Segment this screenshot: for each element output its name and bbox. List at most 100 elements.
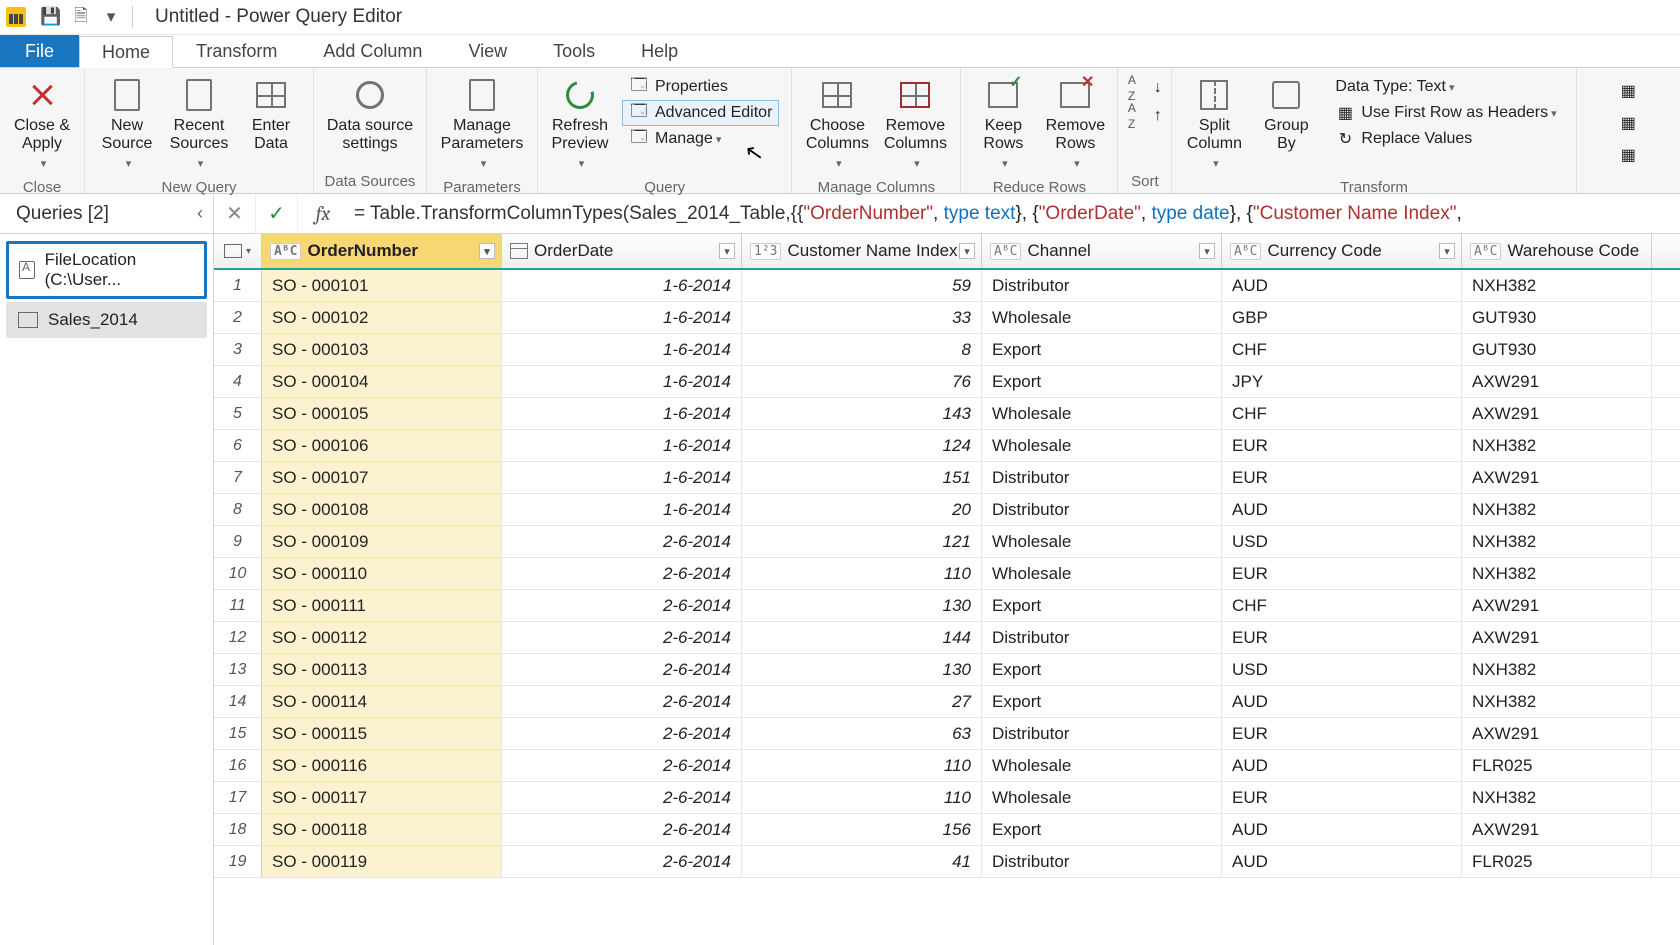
remove-columns-button[interactable]: Remove Columns [876,72,954,177]
cell-channel[interactable]: Wholesale [982,782,1222,813]
cell-customer-name-index[interactable]: 63 [742,718,982,749]
table-row[interactable]: 19SO - 0001192-6-201441DistributorAUDFLR… [214,846,1680,878]
cell-ordernumber[interactable]: SO - 000118 [262,814,502,845]
cell-channel[interactable]: Distributor [982,718,1222,749]
cell-warehouse-code[interactable]: GUT930 [1462,302,1652,333]
cell-customer-name-index[interactable]: 144 [742,622,982,653]
cell-channel[interactable]: Distributor [982,270,1222,301]
cell-warehouse-code[interactable]: AXW291 [1462,718,1652,749]
cell-customer-name-index[interactable]: 110 [742,750,982,781]
cell-currency-code[interactable]: EUR [1222,558,1462,589]
group-by-button[interactable]: Group By [1250,72,1322,159]
table-row[interactable]: 12SO - 0001122-6-2014144DistributorEURAX… [214,622,1680,654]
recent-sources-button[interactable]: Recent Sources [163,72,235,177]
cell-customer-name-index[interactable]: 8 [742,334,982,365]
sort-desc-button[interactable]: ↑ [1125,104,1165,128]
table-row[interactable]: 15SO - 0001152-6-201463DistributorEURAXW… [214,718,1680,750]
cell-warehouse-code[interactable]: AXW291 [1462,814,1652,845]
table-row[interactable]: 2SO - 0001021-6-201433WholesaleGBPGUT930 [214,302,1680,334]
table-row[interactable]: 4SO - 0001041-6-201476ExportJPYAXW291 [214,366,1680,398]
cell-currency-code[interactable]: EUR [1222,782,1462,813]
cell-ordernumber[interactable]: SO - 000113 [262,654,502,685]
table-row[interactable]: 6SO - 0001061-6-2014124WholesaleEURNXH38… [214,430,1680,462]
cell-customer-name-index[interactable]: 130 [742,590,982,621]
cell-currency-code[interactable]: AUD [1222,846,1462,877]
tab-transform[interactable]: Transform [173,35,300,67]
cell-orderdate[interactable]: 2-6-2014 [502,686,742,717]
cell-ordernumber[interactable]: SO - 000116 [262,750,502,781]
cell-warehouse-code[interactable]: AXW291 [1462,622,1652,653]
cell-warehouse-code[interactable]: FLR025 [1462,750,1652,781]
advanced-editor-button[interactable]: 🗔 Advanced Editor [622,100,779,126]
cell-customer-name-index[interactable]: 76 [742,366,982,397]
cell-customer-name-index[interactable]: 151 [742,462,982,493]
cell-ordernumber[interactable]: SO - 000104 [262,366,502,397]
cell-channel[interactable]: Wholesale [982,750,1222,781]
cell-customer-name-index[interactable]: 110 [742,558,982,589]
cell-channel[interactable]: Distributor [982,622,1222,653]
cell-warehouse-code[interactable]: AXW291 [1462,590,1652,621]
cell-warehouse-code[interactable]: AXW291 [1462,398,1652,429]
enter-data-button[interactable]: Enter Data [235,72,307,159]
cell-customer-name-index[interactable]: 110 [742,782,982,813]
ribbon-overflow-1[interactable]: ▦ [1618,78,1639,104]
cell-orderdate[interactable]: 2-6-2014 [502,718,742,749]
cell-orderdate[interactable]: 2-6-2014 [502,814,742,845]
cell-orderdate[interactable]: 1-6-2014 [502,494,742,525]
cell-warehouse-code[interactable]: FLR025 [1462,846,1652,877]
cell-currency-code[interactable]: GBP [1222,302,1462,333]
cell-warehouse-code[interactable]: NXH382 [1462,782,1652,813]
split-column-button[interactable]: Split Column [1178,72,1250,177]
cell-currency-code[interactable]: AUD [1222,814,1462,845]
column-header-orderdate[interactable]: OrderDate ▾ [502,234,742,268]
query-item-filelocation[interactable]: FileLocation (C:\User... [6,241,207,299]
table-row[interactable]: 3SO - 0001031-6-20148ExportCHFGUT930 [214,334,1680,366]
cell-customer-name-index[interactable]: 121 [742,526,982,557]
table-row[interactable]: 11SO - 0001112-6-2014130ExportCHFAXW291 [214,590,1680,622]
data-type-button[interactable]: Data Type: Text [1328,74,1563,100]
cell-ordernumber[interactable]: SO - 000108 [262,494,502,525]
cell-warehouse-code[interactable]: NXH382 [1462,526,1652,557]
qat-save-button[interactable]: 💾 [38,4,64,30]
table-row[interactable]: 10SO - 0001102-6-2014110WholesaleEURNXH3… [214,558,1680,590]
cell-orderdate[interactable]: 2-6-2014 [502,590,742,621]
tab-help[interactable]: Help [618,35,701,67]
keep-rows-button[interactable]: Keep Rows [967,72,1039,177]
tab-home[interactable]: Home [79,36,173,68]
column-filter-icon[interactable]: ▾ [1439,243,1455,259]
manage-button[interactable]: 🗔 Manage [622,126,779,152]
cell-orderdate[interactable]: 2-6-2014 [502,782,742,813]
table-row[interactable]: 18SO - 0001182-6-2014156ExportAUDAXW291 [214,814,1680,846]
cell-ordernumber[interactable]: SO - 000119 [262,846,502,877]
column-header-channel[interactable]: AᴮC Channel ▾ [982,234,1222,268]
cell-customer-name-index[interactable]: 130 [742,654,982,685]
cell-warehouse-code[interactable]: AXW291 [1462,366,1652,397]
query-item-sales2014[interactable]: Sales_2014 [6,302,207,338]
cell-warehouse-code[interactable]: NXH382 [1462,558,1652,589]
close-apply-button[interactable]: Close & Apply [6,72,78,177]
cell-currency-code[interactable]: AUD [1222,494,1462,525]
cell-orderdate[interactable]: 2-6-2014 [502,750,742,781]
sort-asc-button[interactable]: ↓ [1125,76,1165,100]
cell-channel[interactable]: Export [982,334,1222,365]
tab-file[interactable]: File [0,35,79,67]
qat-customize-button[interactable]: ▾ [98,4,124,30]
refresh-preview-button[interactable]: Refresh Preview [544,72,616,177]
cell-orderdate[interactable]: 1-6-2014 [502,366,742,397]
cell-currency-code[interactable]: AUD [1222,750,1462,781]
data-source-settings-button[interactable]: Data source settings [320,72,420,159]
column-filter-icon[interactable]: ▾ [1199,243,1215,259]
table-row[interactable]: 1SO - 0001011-6-201459DistributorAUDNXH3… [214,270,1680,302]
cell-orderdate[interactable]: 1-6-2014 [502,270,742,301]
fx-icon[interactable]: fx [298,202,348,225]
cell-channel[interactable]: Export [982,590,1222,621]
cell-currency-code[interactable]: EUR [1222,622,1462,653]
cell-channel[interactable]: Wholesale [982,430,1222,461]
formula-bar-input[interactable]: = Table.TransformColumnTypes(Sales_2014_… [348,202,1680,225]
cell-ordernumber[interactable]: SO - 000114 [262,686,502,717]
grid-body[interactable]: 1SO - 0001011-6-201459DistributorAUDNXH3… [214,270,1680,878]
cell-ordernumber[interactable]: SO - 000109 [262,526,502,557]
choose-columns-button[interactable]: Choose Columns [798,72,876,177]
cell-customer-name-index[interactable]: 41 [742,846,982,877]
remove-rows-button[interactable]: Remove Rows [1039,72,1111,177]
